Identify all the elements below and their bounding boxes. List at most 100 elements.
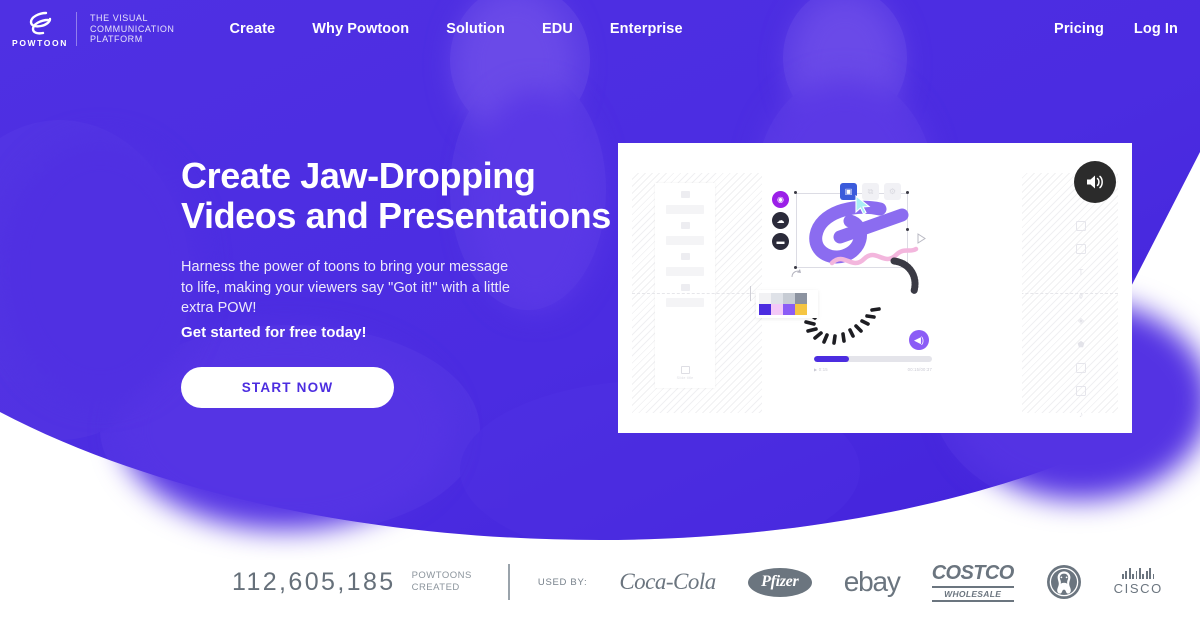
logo-cisco-label: CISCO <box>1113 581 1163 596</box>
start-now-button[interactable]: START NOW <box>181 366 394 408</box>
logo-costco-label: COSTCO <box>931 562 1015 584</box>
canvas-speaker-icon[interactable]: ◀) <box>909 330 929 350</box>
logo-coca-cola: Coca-Cola <box>619 569 716 595</box>
logo[interactable]: POWTOON THE VISUAL COMMUNICATION PLATFOR… <box>12 10 174 48</box>
play-time: 0:15 <box>818 367 828 372</box>
nav-item-create[interactable]: Create <box>229 21 275 37</box>
slide-marker <box>680 253 690 260</box>
nav-item-pricing[interactable]: Pricing <box>1054 21 1104 37</box>
bar-divider <box>507 564 510 600</box>
page-root: POWTOON THE VISUAL COMMUNICATION PLATFOR… <box>0 0 1200 622</box>
nav-item-edu[interactable]: EDU <box>542 21 573 37</box>
play-button[interactable]: ▶ 0:15 <box>814 367 828 372</box>
logo-costco: COSTCO WHOLESALE <box>931 562 1015 602</box>
cisco-bars-icon <box>1122 568 1155 579</box>
palette-swatch[interactable] <box>795 304 807 315</box>
hero-subtitle-line1: Harness the power of toons to bring your… <box>181 259 509 275</box>
add-slide-button[interactable]: Slide title <box>655 366 715 380</box>
add-slide-label: Slide title <box>676 376 694 380</box>
tool-text-icon[interactable]: T <box>1076 267 1087 278</box>
tool-video-icon[interactable] <box>1076 386 1086 396</box>
color-palette-popup[interactable] <box>756 290 818 318</box>
brand-tagline-line3: PLATFORM <box>90 34 143 45</box>
slide-marker <box>680 222 690 229</box>
editor-mockup-workspace: Slide title ◉ ☁ ▬ ▣ ⧉ ⚙ ◀) ▶ 0:15 00:15/… <box>632 173 1118 419</box>
secondary-cursor-icon <box>917 233 926 244</box>
palette-swatch[interactable] <box>771 304 783 315</box>
playback-controls: ▶ 0:15 00:15/00:37 <box>814 367 932 372</box>
secondary-nav: Pricing Log In <box>1054 21 1178 37</box>
logo-pfizer-label: Pfizer <box>761 573 799 590</box>
slide-thumb[interactable] <box>666 205 704 214</box>
control-cloud-icon[interactable]: ☁ <box>772 212 789 229</box>
primary-nav: Create Why Powtoon Solution EDU Enterpri… <box>229 21 682 37</box>
palette-swatch[interactable] <box>783 304 795 315</box>
logo-ebay-label: ebay <box>843 566 901 597</box>
speaker-volume-icon <box>1087 175 1103 189</box>
brand-tagline-line1: THE VISUAL <box>90 13 149 24</box>
used-by-label: USED BY: <box>537 576 588 588</box>
powtoons-created-label: POWTOONS CREATED <box>412 570 472 594</box>
slides-panel-header <box>680 191 690 198</box>
sound-toggle-button[interactable] <box>1074 161 1116 203</box>
tool-shapes-icon[interactable]: ⬟ <box>1076 339 1087 350</box>
playback-progress-bar[interactable] <box>814 356 932 362</box>
customer-logos: Coca-Cola Pfizer ebay COSTCO WHOLESALE C… <box>619 562 1163 602</box>
tool-music-icon[interactable]: ♪ <box>1076 409 1087 420</box>
palette-swatch[interactable] <box>795 293 807 304</box>
total-time: 00:15/00:37 <box>907 367 932 372</box>
palette-row-top <box>759 293 815 304</box>
logo-wordmark: POWTOON <box>12 38 68 48</box>
nav-item-solution[interactable]: Solution <box>446 21 505 37</box>
hero-title-line2: Videos and Presentations <box>181 195 611 236</box>
hero-subtitle-line2: to life, making your viewers say "Got it… <box>181 279 510 296</box>
palette-swatch[interactable] <box>783 293 795 304</box>
slide-thumb[interactable] <box>666 267 704 276</box>
hero-title: Create Jaw-Dropping Videos and Presentat… <box>181 156 621 236</box>
add-slide-icon <box>680 366 690 374</box>
canvas-object-controls: ◉ ☁ ▬ <box>772 191 789 250</box>
starbucks-siren-icon <box>1046 565 1081 599</box>
logo-mark: POWTOON <box>12 10 68 48</box>
brand-tagline-line2: COMMUNICATION <box>90 23 175 34</box>
logo-coca-cola-label: Coca-Cola <box>619 569 716 594</box>
hero-subtitle-emphasis: Get started for free today! <box>181 323 367 341</box>
nav-item-login[interactable]: Log In <box>1134 21 1178 37</box>
slide-thumb[interactable] <box>666 236 704 245</box>
tool-background-icon[interactable] <box>1076 244 1086 254</box>
logo-ebay: ebay <box>843 566 901 598</box>
tool-slides-icon[interactable] <box>1076 221 1086 231</box>
hero-copy: Create Jaw-Dropping Videos and Presentat… <box>181 156 621 408</box>
palette-swatch[interactable] <box>759 293 771 304</box>
rotate-handle-icon[interactable] <box>789 267 803 281</box>
logo-divider <box>76 12 77 46</box>
logo-starbucks <box>1046 564 1082 600</box>
palette-swatch[interactable] <box>771 293 783 304</box>
palette-swatch[interactable] <box>759 304 771 315</box>
hero-subtitle-line3: extra POW! <box>181 300 257 316</box>
powtoons-created-label-line2: CREATED <box>411 582 460 593</box>
tool-character-icon[interactable]: ⚱ <box>1076 291 1087 302</box>
palette-row-bottom <box>759 304 815 315</box>
editor-slides-panel[interactable]: Slide title <box>655 183 715 388</box>
site-header: POWTOON THE VISUAL COMMUNICATION PLATFOR… <box>0 0 1200 58</box>
artwork-swoosh <box>809 200 919 295</box>
logo-cisco: CISCO <box>1114 568 1163 596</box>
hero-subtitle: Harness the power of toons to bring your… <box>181 257 553 319</box>
playback-progress-fill <box>814 356 850 362</box>
nav-item-why-powtoon[interactable]: Why Powtoon <box>312 21 409 37</box>
editor-canvas[interactable]: ◉ ☁ ▬ ▣ ⧉ ⚙ ◀) ▶ 0:15 00:15/00:37 <box>756 173 1022 413</box>
powtoons-created-label-line1: POWTOONS <box>411 570 472 581</box>
tool-image-icon[interactable] <box>1076 363 1086 373</box>
chip-settings-icon[interactable]: ⚙ <box>884 183 901 200</box>
playback-timeline[interactable]: ▶ 0:15 00:15/00:37 <box>814 356 932 372</box>
slide-marker <box>680 284 690 291</box>
slide-thumb[interactable] <box>666 298 704 307</box>
powtoon-swoosh-logo-icon <box>29 11 52 35</box>
nav-item-enterprise[interactable]: Enterprise <box>610 21 683 37</box>
brand-tagline: THE VISUAL COMMUNICATION PLATFORM <box>90 13 174 45</box>
control-lock-icon[interactable]: ▬ <box>772 233 789 250</box>
tool-props-icon[interactable]: ◈ <box>1076 315 1087 326</box>
control-effects-icon[interactable]: ◉ <box>772 191 789 208</box>
logo-costco-sublabel: WHOLESALE <box>931 586 1014 602</box>
